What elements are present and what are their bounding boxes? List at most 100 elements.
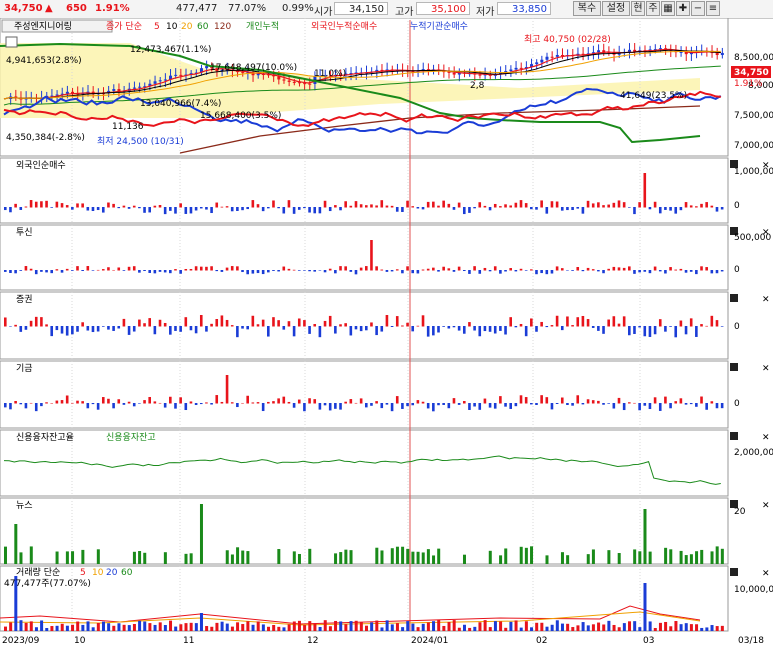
fund-flow-bar bbox=[101, 397, 105, 404]
fund-flow-bar bbox=[700, 396, 703, 404]
volume-bar bbox=[669, 626, 673, 631]
volume-bar bbox=[705, 627, 709, 631]
news-bar bbox=[236, 547, 240, 564]
trust-flow-bar bbox=[9, 270, 12, 274]
news-bar bbox=[334, 553, 338, 564]
securities-flow-bar bbox=[303, 320, 306, 327]
fund-flow-bar bbox=[272, 401, 275, 404]
fund-flow-bar bbox=[189, 401, 193, 404]
securities-flow-bar bbox=[122, 318, 126, 327]
securities-flow-bar bbox=[40, 317, 43, 327]
fund-flow-bar bbox=[241, 402, 244, 404]
trust-flow-bar bbox=[40, 270, 43, 272]
volume-bar bbox=[679, 624, 683, 631]
news-bar bbox=[566, 555, 570, 564]
close-icon: ✕ bbox=[762, 433, 770, 443]
trust-flow-bar bbox=[138, 270, 141, 273]
list-icon[interactable]: ≡ bbox=[706, 1, 720, 16]
candle-body bbox=[158, 80, 162, 82]
trust-flow-bar bbox=[370, 240, 373, 271]
fund-flow-bar bbox=[220, 401, 224, 404]
trust-flow-bar bbox=[591, 269, 595, 271]
volume-bar bbox=[426, 622, 430, 631]
foreign-flow-bar bbox=[612, 202, 616, 208]
trust-flow-bar bbox=[24, 266, 28, 271]
candle-body bbox=[174, 74, 178, 76]
trust-flow-bar bbox=[478, 270, 482, 274]
volume-bar bbox=[499, 621, 503, 631]
grid-icon[interactable]: ▦ bbox=[661, 1, 675, 16]
minus-icon[interactable]: − bbox=[691, 1, 705, 16]
fund-flow-bar bbox=[9, 403, 12, 410]
current-button[interactable]: 현 bbox=[631, 1, 645, 16]
foreign-flow-bar bbox=[174, 207, 177, 214]
securities-flow-bar bbox=[586, 319, 590, 327]
volume-bar bbox=[602, 624, 606, 631]
news-bar bbox=[189, 553, 193, 564]
stock-button[interactable]: 주 bbox=[646, 1, 660, 16]
securities-flow-bar bbox=[370, 322, 373, 327]
securities-flow-bar bbox=[715, 320, 719, 327]
volume-bar bbox=[432, 621, 436, 631]
foreign-flow-bar bbox=[9, 207, 12, 213]
trust-flow-bar bbox=[241, 270, 244, 273]
foreign-flow-bar bbox=[308, 207, 311, 213]
settings-button[interactable]: 설정 bbox=[602, 1, 630, 16]
axis-credit-top: 2,000,000 bbox=[734, 448, 773, 458]
xaxis-7: 03 bbox=[643, 636, 654, 646]
foreign-flow-bar bbox=[473, 207, 476, 209]
trust-flow-bar bbox=[401, 270, 404, 274]
trust-flow-bar bbox=[524, 270, 528, 271]
fund-flow-bar bbox=[365, 403, 368, 408]
securities-flow-bar bbox=[112, 326, 115, 331]
foreign-flow-bar bbox=[318, 207, 322, 214]
trust-flow-bar bbox=[365, 266, 368, 271]
fund-flow-bar bbox=[571, 403, 574, 406]
fund-flow-bar bbox=[251, 402, 255, 404]
news-bar bbox=[241, 550, 245, 564]
trust-flow-bar bbox=[437, 270, 440, 272]
fund-flow-bar bbox=[303, 403, 306, 412]
xaxis-6: 02 bbox=[536, 636, 547, 646]
securities-flow-bar bbox=[297, 318, 301, 327]
securities-flow-bar bbox=[365, 326, 368, 331]
news-bar bbox=[560, 552, 564, 564]
volume-bar bbox=[60, 623, 64, 631]
xaxis-1: 2023/09 bbox=[2, 636, 40, 646]
trust-flow-bar bbox=[664, 270, 667, 274]
securities-flow-bar bbox=[633, 326, 636, 334]
multi-button[interactable]: 복수 bbox=[573, 1, 601, 16]
foreign-flow-bar bbox=[287, 200, 291, 208]
foreign-flow-bar bbox=[194, 207, 198, 211]
volume-current: 477,477주(77.07%) bbox=[4, 578, 91, 589]
fund-flow-bar bbox=[622, 403, 626, 411]
stock-chart[interactable]: ✕✕✕✕✕✕✕ 주성엔지니어링 종가 단순 5 10 20 60 120 개인누… bbox=[0, 18, 773, 649]
fund-flow-bar bbox=[447, 403, 451, 409]
foreign-flow-bar bbox=[267, 207, 270, 209]
trust-flow-bar bbox=[194, 266, 198, 271]
foreign-flow-bar bbox=[143, 207, 146, 213]
foreign-flow-bar bbox=[132, 205, 136, 208]
annotation-5: 13,040,966(7.4%) bbox=[140, 99, 221, 109]
trust-flow-bar bbox=[96, 269, 100, 271]
fund-flow-bar bbox=[493, 403, 497, 409]
securities-flow-bar bbox=[530, 318, 533, 327]
expand-icon[interactable] bbox=[5, 36, 18, 48]
fund-flow-bar bbox=[499, 396, 502, 404]
fund-flow-bar bbox=[45, 402, 48, 404]
crosshair-icon[interactable]: ✚ bbox=[676, 1, 690, 16]
securities-flow-bar bbox=[669, 326, 672, 327]
fund-flow-bar bbox=[385, 403, 389, 405]
fund-flow-bar bbox=[143, 400, 146, 404]
trust-flow-bar bbox=[313, 270, 317, 272]
volume-bar bbox=[122, 624, 126, 631]
panel-menu-icon bbox=[730, 568, 738, 576]
news-bar bbox=[390, 548, 394, 564]
trust-flow-bar bbox=[514, 270, 518, 272]
panel-title-credit-ratio: 신용융자잔고율 bbox=[16, 432, 74, 443]
news-bar bbox=[132, 551, 136, 564]
fund-flow-bar bbox=[71, 402, 74, 404]
volume-bar bbox=[96, 622, 100, 631]
volume-bar bbox=[468, 627, 472, 631]
fund-flow-bar bbox=[658, 403, 662, 411]
